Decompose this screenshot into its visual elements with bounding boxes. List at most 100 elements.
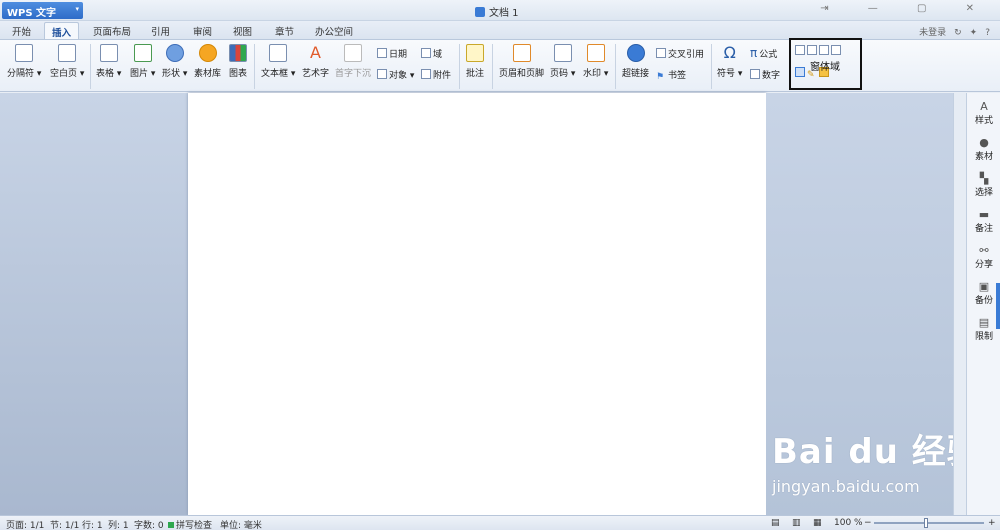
refresh-icon[interactable]: ↻ — [954, 28, 962, 38]
material-library-button[interactable]: 素材库 — [194, 44, 221, 79]
divider — [254, 44, 255, 89]
formula-button[interactable]: π 公式 — [750, 46, 777, 60]
page-view-icon[interactable]: ▤ — [771, 518, 780, 528]
textbox-button[interactable]: 文本框 ▾ — [261, 44, 295, 79]
sidebar-item-select[interactable]: ▚ 选择 — [967, 172, 1000, 199]
tab-page-layout[interactable]: 页面布局 — [93, 24, 131, 38]
tab-office-space[interactable]: 办公空间 — [315, 24, 353, 38]
wps-app-button[interactable]: WPS 文字 ▾ — [2, 2, 83, 19]
tab-bar-right: 未登录 ↻ ✦? — [911, 25, 990, 38]
cross-ref-button[interactable]: 交叉引用 — [656, 47, 704, 60]
tab-references[interactable]: 引用 — [151, 24, 170, 38]
shape-button[interactable]: 形状 ▾ — [162, 44, 187, 79]
divider — [459, 44, 460, 89]
sidebar-label: 备份 — [974, 296, 993, 306]
table-icon — [99, 44, 118, 62]
picture-icon — [133, 44, 152, 62]
symbol-button[interactable]: Ω 符号 ▾ — [717, 43, 742, 80]
watermark-label: 水印 — [583, 69, 602, 79]
comment-icon — [466, 44, 484, 62]
sidebar-item-notes[interactable]: ▬ 备注 — [967, 208, 1000, 235]
watermark-line-1: Bai du 经验 — [772, 432, 982, 472]
notes-icon: ▬ — [978, 208, 990, 221]
spell-check[interactable]: 拼写检查 — [168, 518, 212, 530]
header-footer-button[interactable]: 页眉和页脚 — [499, 44, 544, 79]
tab-review[interactable]: 审阅 — [193, 24, 212, 38]
zoom-out-button[interactable]: − — [864, 518, 872, 528]
comment-label: 批注 — [466, 69, 485, 79]
dropcap-button[interactable]: 首字下沉 — [335, 44, 371, 79]
picture-label: 图片 — [130, 69, 149, 79]
page-break-button[interactable]: 分隔符 ▾ — [7, 44, 41, 79]
column-indicator: 列: 1 — [108, 521, 129, 530]
zoom-slider[interactable] — [874, 522, 984, 524]
page-indicator[interactable]: 页面: 1/1 — [6, 518, 44, 530]
web-view-icon[interactable]: ▦ — [813, 518, 822, 528]
object-label: 对象 — [389, 71, 408, 81]
chart-button[interactable]: 图表 — [229, 44, 247, 79]
sidebar-item-material[interactable]: ● 素材 — [967, 137, 1000, 163]
help-button[interactable]: ? — [985, 28, 990, 38]
chart-label: 图表 — [229, 69, 248, 79]
hyperlink-button[interactable]: 超链接 — [622, 44, 649, 79]
omega-icon: Ω — [723, 43, 736, 62]
tab-chapter[interactable]: 章节 — [275, 24, 294, 38]
page-number-button[interactable]: 页码 ▾ — [550, 44, 575, 79]
pi-icon: π — [750, 46, 758, 60]
attachment-button[interactable]: 附件 — [421, 68, 451, 81]
tab-insert[interactable]: 插入 — [44, 22, 80, 39]
picture-button[interactable]: 图片 ▾ — [130, 44, 155, 79]
outline-view-icon[interactable]: ▥ — [792, 518, 801, 528]
watermark-icon — [586, 44, 605, 62]
login-link[interactable]: 未登录 — [919, 28, 946, 38]
wordart-button[interactable]: A 艺术字 — [302, 44, 329, 80]
zoom-slider-thumb[interactable] — [924, 518, 928, 528]
select-icon: ▚ — [979, 172, 989, 185]
field-button[interactable]: 域 — [421, 47, 442, 60]
sidebar-label: 备注 — [974, 224, 993, 234]
right-sidebar: A 样式 ● 素材 ▚ 选择 ▬ 备注 ⚯ 分享 ▣ 备份 ▤ 限制 — [966, 93, 1000, 515]
workspace-left-margin — [0, 93, 188, 515]
divider — [615, 44, 616, 89]
link-icon: ⚯ — [979, 244, 989, 257]
window-controls[interactable]: ⇥ — ▢ ✕ — [820, 3, 992, 14]
dropcap-icon — [344, 44, 362, 62]
vertical-scrollbar[interactable] — [953, 93, 966, 515]
sidebar-item-share[interactable]: ⚯ 分享 — [967, 244, 1000, 271]
formula-label: 公式 — [759, 50, 778, 60]
sidebar-label: 限制 — [974, 332, 993, 342]
page-break-icon — [15, 44, 34, 62]
number-button[interactable]: 数字 — [750, 68, 780, 81]
sidebar-collapse-handle[interactable] — [996, 283, 1000, 329]
document-page[interactable] — [188, 93, 766, 515]
object-button[interactable]: 对象 ▾ — [377, 68, 414, 81]
word-count[interactable]: 字数: 0 — [134, 518, 164, 530]
watermark-button[interactable]: 水印 ▾ — [583, 44, 608, 79]
table-button[interactable]: 表格 ▾ — [96, 44, 121, 79]
bookmark-button[interactable]: ⚑ 书签 — [656, 68, 686, 82]
comment-button[interactable]: 批注 — [466, 44, 484, 79]
skin-icon[interactable]: ✦ — [970, 28, 978, 38]
chart-icon — [229, 44, 247, 62]
number-label: 数字 — [762, 71, 781, 81]
title-bar: WPS 文字 ▾ 文档 1 ⇥ — ▢ ✕ — [0, 0, 1000, 21]
number-icon — [750, 69, 760, 79]
tab-start[interactable]: 开始 — [12, 24, 31, 38]
globe-icon — [626, 44, 645, 62]
tab-view[interactable]: 视图 — [233, 24, 252, 38]
shape-icon — [165, 44, 184, 62]
zoom-in-button[interactable]: + — [988, 518, 996, 528]
divider — [90, 44, 91, 89]
blank-page-icon — [58, 44, 77, 62]
date-button[interactable]: 日期 — [377, 47, 407, 60]
attachment-label: 附件 — [433, 71, 452, 81]
sidebar-item-style[interactable]: A 样式 — [967, 101, 1000, 127]
zoom-level[interactable]: 100 % — [834, 518, 863, 528]
spell-check-icon — [168, 522, 174, 528]
flag-icon: ⚑ — [656, 72, 665, 82]
paperclip-icon — [421, 69, 431, 79]
sidebar-label: 分享 — [974, 260, 993, 270]
divider — [711, 44, 712, 89]
document-title-text: 文档 1 — [489, 8, 519, 19]
blank-page-button[interactable]: 空白页 ▾ — [50, 44, 84, 79]
